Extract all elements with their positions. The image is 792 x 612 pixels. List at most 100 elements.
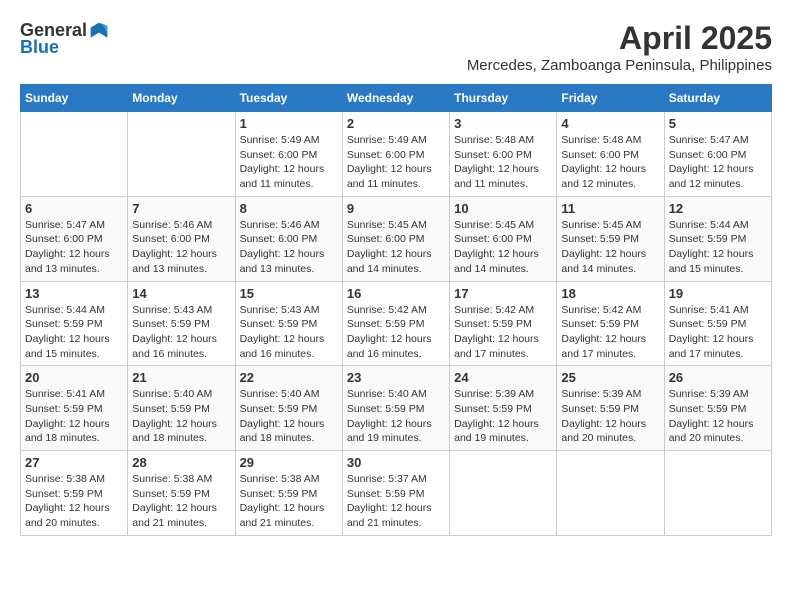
page-header: General Blue April 2025 Mercedes, Zamboa… bbox=[20, 20, 772, 74]
calendar-week-row: 27 Sunrise: 5:38 AM Sunset: 5:59 PM Dayli… bbox=[21, 451, 772, 536]
day-info: Sunrise: 5:45 AM Sunset: 6:00 PM Dayligh… bbox=[347, 218, 445, 277]
day-info: Sunrise: 5:45 AM Sunset: 5:59 PM Dayligh… bbox=[561, 218, 659, 277]
calendar-cell: 16Sunrise: 5:42 AM Sunset: 5:59 PM Dayli… bbox=[342, 281, 449, 366]
day-number: 15 bbox=[240, 286, 338, 301]
day-number: 22 bbox=[240, 370, 338, 385]
day-number: 17 bbox=[454, 286, 552, 301]
calendar-cell: 12Sunrise: 5:44 AM Sunset: 5:59 PM Dayli… bbox=[664, 196, 771, 281]
day-number: 12 bbox=[669, 201, 767, 216]
calendar-cell: 10 Sunrise: 5:45 AM Sunset: 6:00 PM Dayli… bbox=[450, 196, 557, 281]
day-number: 27 bbox=[25, 455, 123, 470]
calendar-cell: 6 Sunrise: 5:47 AM Sunset: 6:00 PM Daylig… bbox=[21, 196, 128, 281]
day-info: Sunrise: 5:42 AM Sunset: 5:59 PM Dayligh… bbox=[561, 303, 659, 362]
month-title: April 2025 bbox=[467, 20, 772, 57]
day-number: 20 bbox=[25, 370, 123, 385]
day-info: Sunrise: 5:40 AM Sunset: 5:59 PM Dayligh… bbox=[240, 387, 338, 446]
day-number: 2 bbox=[347, 116, 445, 131]
day-info: Sunrise: 5:39 AM Sunset: 5:59 PM Dayligh… bbox=[669, 387, 767, 446]
day-number: 25 bbox=[561, 370, 659, 385]
day-info: Sunrise: 5:43 AM Sunset: 5:59 PM Dayligh… bbox=[132, 303, 230, 362]
day-number: 13 bbox=[25, 286, 123, 301]
day-info: Sunrise: 5:38 AM Sunset: 5:59 PM Dayligh… bbox=[240, 472, 338, 531]
calendar-cell: 20 Sunrise: 5:41 AM Sunset: 5:59 PM Dayli… bbox=[21, 366, 128, 451]
day-number: 14 bbox=[132, 286, 230, 301]
calendar-cell: 7Sunrise: 5:46 AM Sunset: 6:00 PM Daylig… bbox=[128, 196, 235, 281]
calendar-week-row: 13 Sunrise: 5:44 AM Sunset: 5:59 PM Dayli… bbox=[21, 281, 772, 366]
day-of-week-header: Monday bbox=[128, 85, 235, 112]
day-info: Sunrise: 5:38 AM Sunset: 5:59 PM Dayligh… bbox=[25, 472, 123, 531]
calendar-cell: 9 Sunrise: 5:45 AM Sunset: 6:00 PM Daylig… bbox=[342, 196, 449, 281]
day-info: Sunrise: 5:49 AM Sunset: 6:00 PM Dayligh… bbox=[240, 133, 338, 192]
day-info: Sunrise: 5:46 AM Sunset: 6:00 PM Dayligh… bbox=[240, 218, 338, 277]
day-info: Sunrise: 5:41 AM Sunset: 5:59 PM Dayligh… bbox=[669, 303, 767, 362]
calendar-cell: 17 Sunrise: 5:42 AM Sunset: 5:59 PM Dayli… bbox=[450, 281, 557, 366]
calendar-cell: 23 Sunrise: 5:40 AM Sunset: 5:59 PM Dayli… bbox=[342, 366, 449, 451]
day-info: Sunrise: 5:48 AM Sunset: 6:00 PM Dayligh… bbox=[561, 133, 659, 192]
day-of-week-header: Saturday bbox=[664, 85, 771, 112]
calendar-cell: 13 Sunrise: 5:44 AM Sunset: 5:59 PM Dayli… bbox=[21, 281, 128, 366]
calendar-header-row: SundayMondayTuesdayWednesdayThursdayFrid… bbox=[21, 85, 772, 112]
day-number: 4 bbox=[561, 116, 659, 131]
day-info: Sunrise: 5:43 AM Sunset: 5:59 PM Dayligh… bbox=[240, 303, 338, 362]
day-number: 28 bbox=[132, 455, 230, 470]
calendar-cell: 28 Sunrise: 5:38 AM Sunset: 5:59 PM Dayli… bbox=[128, 451, 235, 536]
calendar-cell: 5Sunrise: 5:47 AM Sunset: 6:00 PM Daylig… bbox=[664, 112, 771, 197]
day-info: Sunrise: 5:44 AM Sunset: 5:59 PM Dayligh… bbox=[25, 303, 123, 362]
day-number: 18 bbox=[561, 286, 659, 301]
calendar-cell: 14 Sunrise: 5:43 AM Sunset: 5:59 PM Dayli… bbox=[128, 281, 235, 366]
calendar-cell bbox=[21, 112, 128, 197]
day-info: Sunrise: 5:45 AM Sunset: 6:00 PM Dayligh… bbox=[454, 218, 552, 277]
day-info: Sunrise: 5:40 AM Sunset: 5:59 PM Dayligh… bbox=[132, 387, 230, 446]
calendar-cell: 1 Sunrise: 5:49 AM Sunset: 6:00 PM Daylig… bbox=[235, 112, 342, 197]
calendar-cell: 2 Sunrise: 5:49 AM Sunset: 6:00 PM Daylig… bbox=[342, 112, 449, 197]
calendar-cell: 27 Sunrise: 5:38 AM Sunset: 5:59 PM Dayli… bbox=[21, 451, 128, 536]
day-number: 6 bbox=[25, 201, 123, 216]
day-number: 29 bbox=[240, 455, 338, 470]
day-info: Sunrise: 5:40 AM Sunset: 5:59 PM Dayligh… bbox=[347, 387, 445, 446]
day-info: Sunrise: 5:46 AM Sunset: 6:00 PM Dayligh… bbox=[132, 218, 230, 277]
logo-icon bbox=[89, 21, 109, 41]
calendar-cell: 21 Sunrise: 5:40 AM Sunset: 5:59 PM Dayli… bbox=[128, 366, 235, 451]
day-of-week-header: Thursday bbox=[450, 85, 557, 112]
day-number: 21 bbox=[132, 370, 230, 385]
calendar-week-row: 1 Sunrise: 5:49 AM Sunset: 6:00 PM Daylig… bbox=[21, 112, 772, 197]
calendar-cell: 26Sunrise: 5:39 AM Sunset: 5:59 PM Dayli… bbox=[664, 366, 771, 451]
day-info: Sunrise: 5:38 AM Sunset: 5:59 PM Dayligh… bbox=[132, 472, 230, 531]
day-number: 11 bbox=[561, 201, 659, 216]
calendar-cell: 25 Sunrise: 5:39 AM Sunset: 5:59 PM Dayli… bbox=[557, 366, 664, 451]
day-info: Sunrise: 5:39 AM Sunset: 5:59 PM Dayligh… bbox=[454, 387, 552, 446]
calendar-cell: 11 Sunrise: 5:45 AM Sunset: 5:59 PM Dayli… bbox=[557, 196, 664, 281]
calendar-body: 1 Sunrise: 5:49 AM Sunset: 6:00 PM Daylig… bbox=[21, 112, 772, 536]
day-of-week-header: Friday bbox=[557, 85, 664, 112]
calendar-cell: 29 Sunrise: 5:38 AM Sunset: 5:59 PM Dayli… bbox=[235, 451, 342, 536]
day-number: 10 bbox=[454, 201, 552, 216]
day-number: 24 bbox=[454, 370, 552, 385]
day-info: Sunrise: 5:48 AM Sunset: 6:00 PM Dayligh… bbox=[454, 133, 552, 192]
title-section: April 2025 Mercedes, Zamboanga Peninsula… bbox=[467, 20, 772, 74]
day-info: Sunrise: 5:39 AM Sunset: 5:59 PM Dayligh… bbox=[561, 387, 659, 446]
day-of-week-header: Wednesday bbox=[342, 85, 449, 112]
calendar-cell: 19 Sunrise: 5:41 AM Sunset: 5:59 PM Dayli… bbox=[664, 281, 771, 366]
day-number: 23 bbox=[347, 370, 445, 385]
calendar-cell: 30Sunrise: 5:37 AM Sunset: 5:59 PM Dayli… bbox=[342, 451, 449, 536]
day-number: 8 bbox=[240, 201, 338, 216]
day-number: 3 bbox=[454, 116, 552, 131]
calendar-table: SundayMondayTuesdayWednesdayThursdayFrid… bbox=[20, 84, 772, 536]
logo-blue-text: Blue bbox=[20, 37, 59, 58]
day-info: Sunrise: 5:47 AM Sunset: 6:00 PM Dayligh… bbox=[25, 218, 123, 277]
day-of-week-header: Sunday bbox=[21, 85, 128, 112]
day-number: 19 bbox=[669, 286, 767, 301]
day-info: Sunrise: 5:41 AM Sunset: 5:59 PM Dayligh… bbox=[25, 387, 123, 446]
calendar-cell: 8 Sunrise: 5:46 AM Sunset: 6:00 PM Daylig… bbox=[235, 196, 342, 281]
day-info: Sunrise: 5:49 AM Sunset: 6:00 PM Dayligh… bbox=[347, 133, 445, 192]
day-number: 1 bbox=[240, 116, 338, 131]
day-info: Sunrise: 5:42 AM Sunset: 5:59 PM Dayligh… bbox=[454, 303, 552, 362]
day-number: 5 bbox=[669, 116, 767, 131]
calendar-week-row: 6 Sunrise: 5:47 AM Sunset: 6:00 PM Daylig… bbox=[21, 196, 772, 281]
calendar-cell: 15 Sunrise: 5:43 AM Sunset: 5:59 PM Dayli… bbox=[235, 281, 342, 366]
calendar-cell bbox=[128, 112, 235, 197]
day-number: 16 bbox=[347, 286, 445, 301]
calendar-week-row: 20 Sunrise: 5:41 AM Sunset: 5:59 PM Dayli… bbox=[21, 366, 772, 451]
day-number: 9 bbox=[347, 201, 445, 216]
calendar-cell: 4 Sunrise: 5:48 AM Sunset: 6:00 PM Daylig… bbox=[557, 112, 664, 197]
